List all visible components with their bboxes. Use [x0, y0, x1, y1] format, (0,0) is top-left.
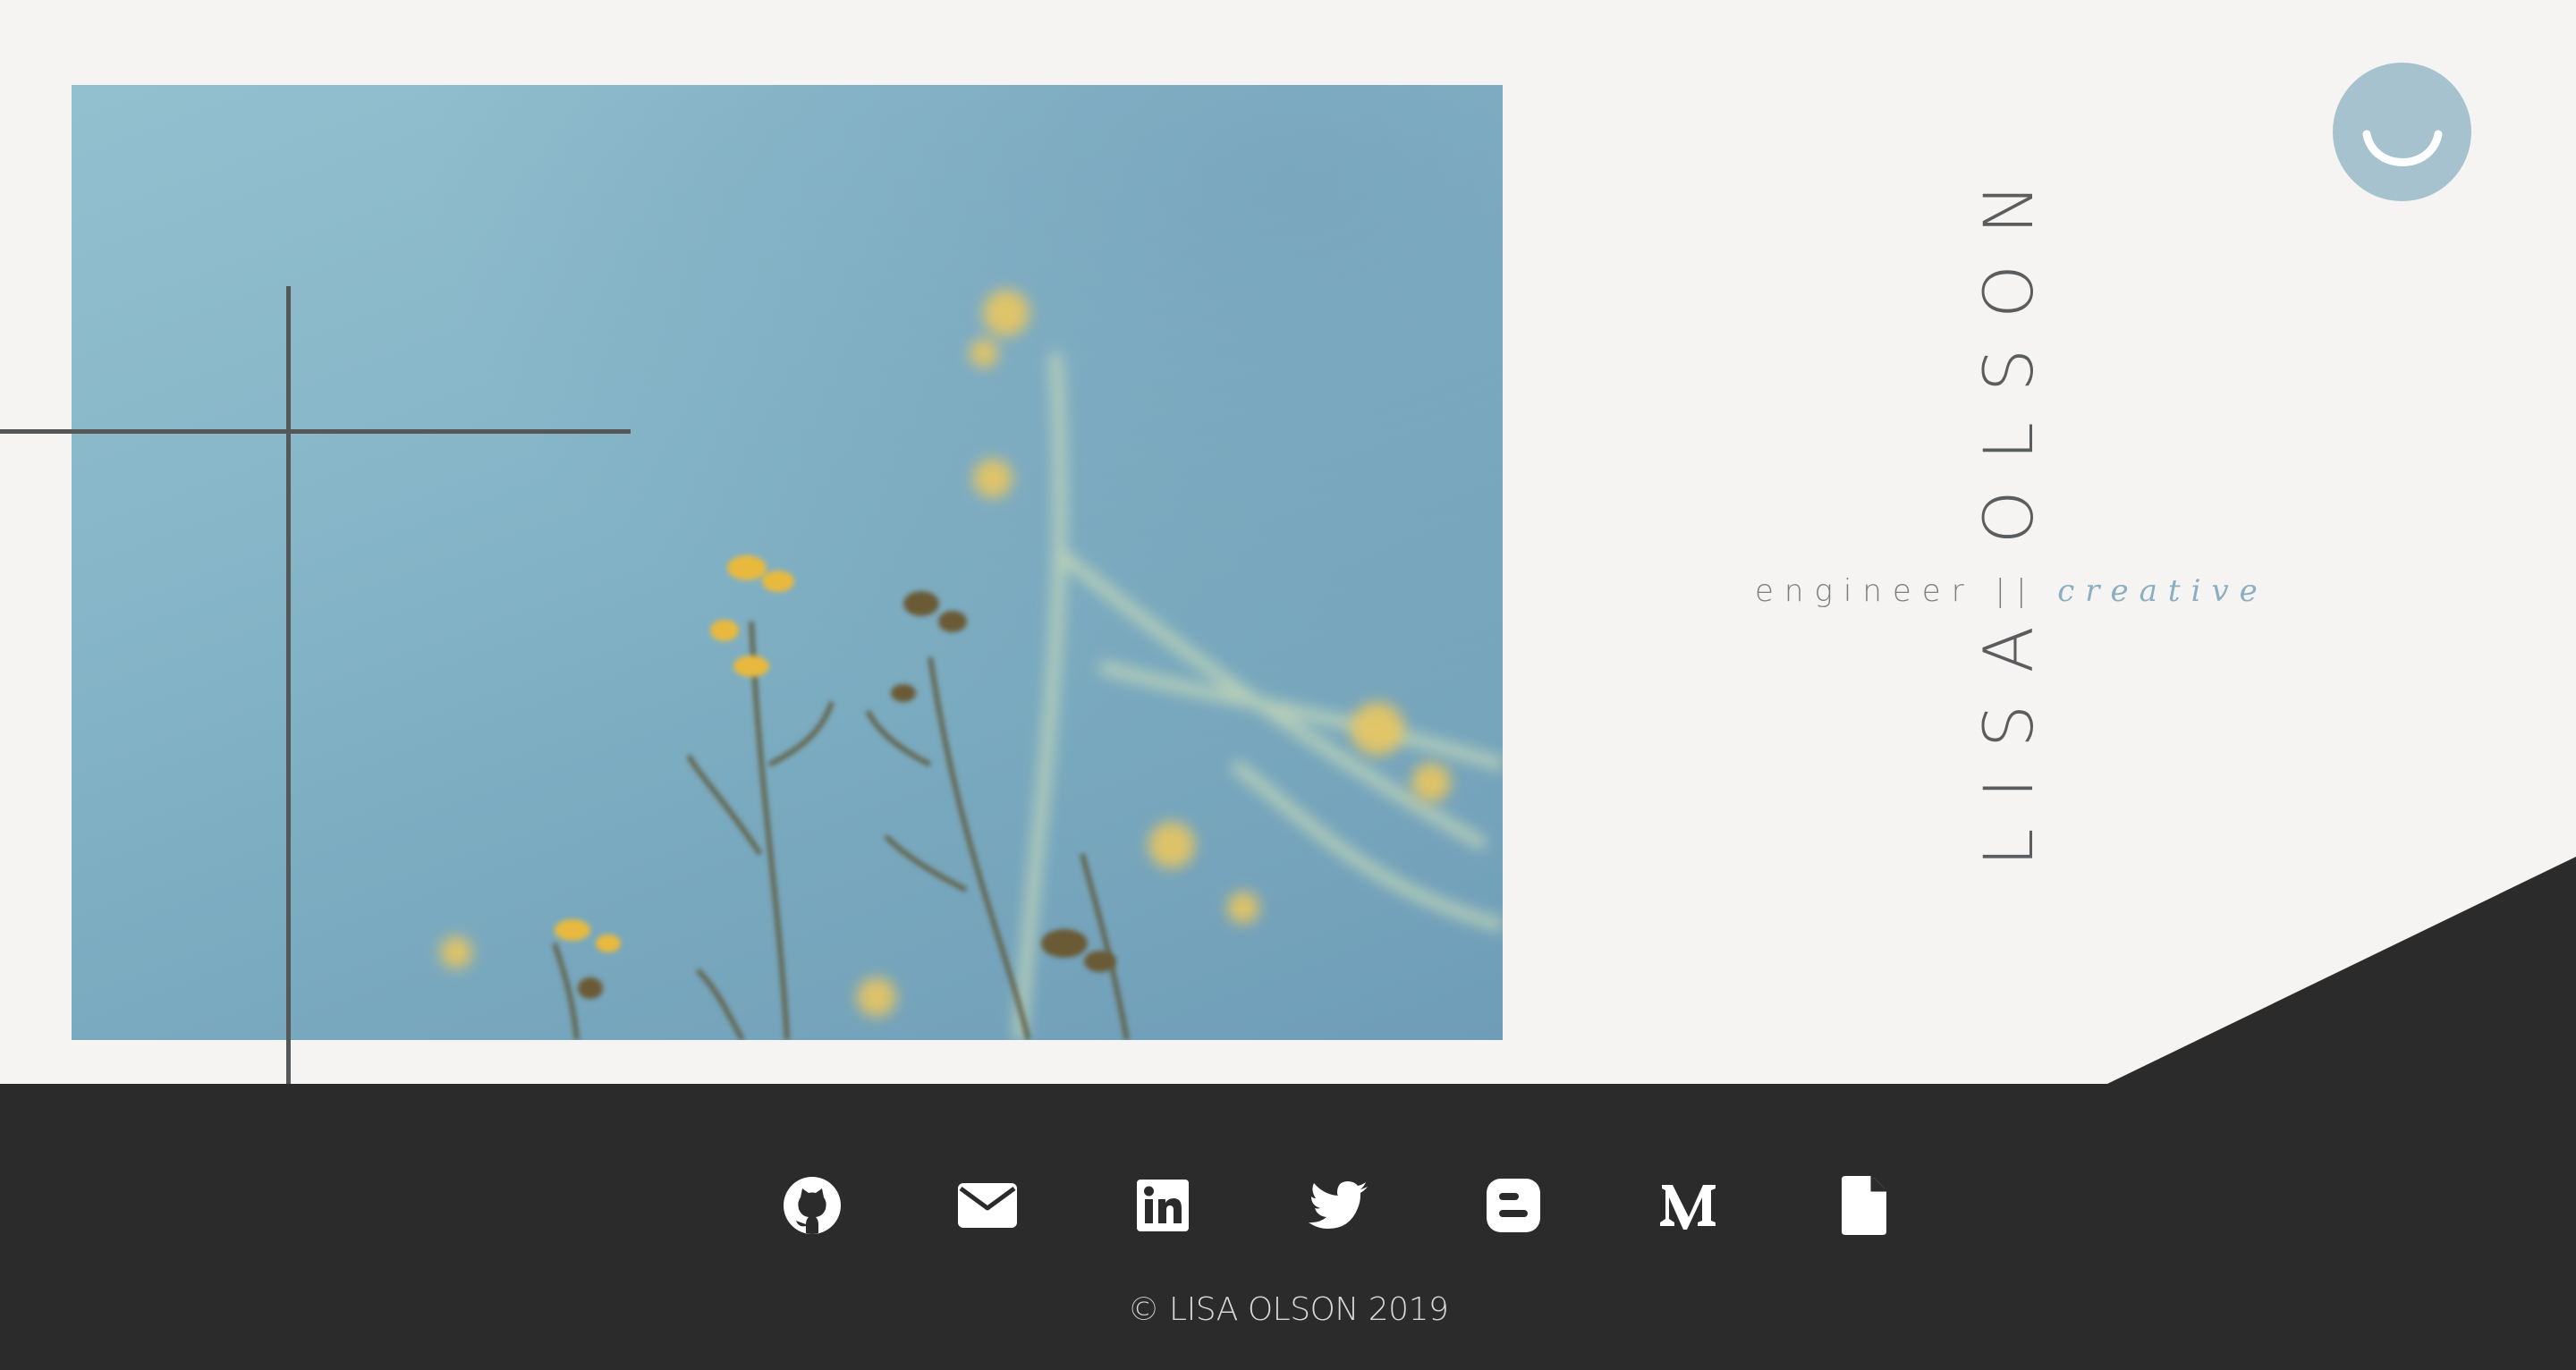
linkedin-link[interactable] [1075, 1170, 1250, 1241]
decor-vertical-line [286, 286, 291, 1084]
tagline-main: engineer || [1755, 573, 2058, 609]
medium-link[interactable] [1601, 1170, 1776, 1241]
mail-icon [958, 1183, 1017, 1228]
decor-triangle [2107, 857, 2576, 1084]
tagline: engineer || creative [1755, 576, 2268, 606]
twitter-link[interactable] [1250, 1170, 1426, 1241]
linkedin-icon [1137, 1180, 1189, 1231]
resume-link[interactable] [1776, 1170, 1952, 1241]
decor-horizontal-line [0, 429, 631, 434]
copyright: © LISA OLSON 2019 [1127, 1291, 1449, 1328]
email-link[interactable] [900, 1170, 1075, 1241]
blogger-icon [1487, 1179, 1540, 1232]
document-icon [1842, 1176, 1886, 1235]
page: LISA OLSON engineer || creative © LISA O… [0, 0, 2576, 1370]
github-link[interactable] [724, 1170, 900, 1241]
footer: © LISA OLSON 2019 [0, 1084, 2576, 1370]
medium-icon [1660, 1185, 1716, 1230]
github-icon [784, 1177, 841, 1234]
tagline-accent: creative [2057, 573, 2268, 609]
blogger-link[interactable] [1426, 1170, 1601, 1241]
smiley-icon[interactable] [2333, 63, 2471, 201]
social-links [724, 1170, 1952, 1241]
twitter-icon [1309, 1181, 1368, 1229]
site-title: LISA OLSON [1969, 153, 2048, 867]
